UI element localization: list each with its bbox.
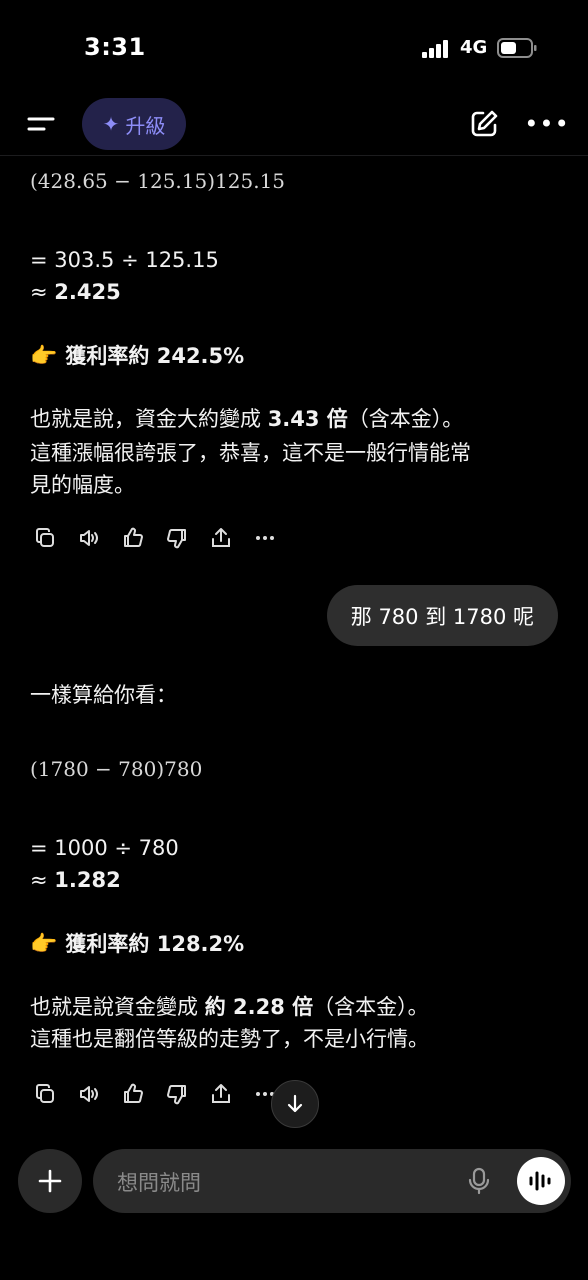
composer: 想問就問 xyxy=(0,1140,588,1280)
arrow-down-icon xyxy=(287,1094,303,1113)
signal-icon xyxy=(422,40,448,58)
intro-line: 一樣算給你看： xyxy=(30,683,177,707)
share-icon[interactable] xyxy=(206,523,236,553)
thumbs-up-icon[interactable] xyxy=(118,1079,148,1109)
speaker-icon[interactable] xyxy=(74,1079,104,1109)
thumbs-down-icon[interactable] xyxy=(162,1079,192,1109)
microphone-icon[interactable] xyxy=(463,1165,495,1197)
calc-line: = 303.5 ÷ 125.15 xyxy=(30,248,219,272)
message-actions xyxy=(30,523,280,553)
summary-bold: 約 2.28 倍 xyxy=(204,995,314,1019)
approx-value: 1.282 xyxy=(54,868,121,892)
summary-suffix: （含本金）。 xyxy=(313,995,429,1019)
summary-prefix: 也就是說，資金大約變成 xyxy=(30,407,268,431)
copy-icon[interactable] xyxy=(30,1079,60,1109)
pointing-hand-icon: 👉 xyxy=(30,344,58,369)
summary-line-3: 見的幅度。 xyxy=(30,473,135,497)
message-input[interactable]: 想問就問 xyxy=(93,1149,571,1213)
message-actions xyxy=(30,1079,280,1109)
summary-bold: 3.43 倍 xyxy=(267,407,348,431)
sparkle-icon: ✦ xyxy=(102,112,120,136)
calc-line: = 1000 ÷ 780 xyxy=(30,836,179,860)
share-icon[interactable] xyxy=(206,1079,236,1109)
summary-line: 也就是說資金變成 約 2.28 倍（含本金）。 xyxy=(30,992,429,1022)
summary-suffix: （含本金）。 xyxy=(347,407,464,431)
network-type: 4G xyxy=(460,37,488,58)
status-bar: 3:31 4G xyxy=(0,0,588,96)
user-message-bubble: 那 780 到 1780 呢 xyxy=(326,585,558,646)
profit-line: 👉 獲利率約 242.5% xyxy=(30,341,244,372)
thumbs-down-icon[interactable] xyxy=(162,523,192,553)
thumbs-up-icon[interactable] xyxy=(118,523,148,553)
battery-icon xyxy=(497,38,537,58)
upgrade-button[interactable]: ✦ 升級 xyxy=(82,98,186,150)
copy-icon[interactable] xyxy=(30,523,60,553)
approx-value: 2.425 xyxy=(54,280,121,304)
math-expression: (1780 − 780)780 xyxy=(30,757,203,781)
approx-prefix: ≈ xyxy=(30,280,55,304)
summary-line-2: 這種漲幅很誇張了，恭喜，這不是一般行情能常 xyxy=(30,441,471,465)
math-expression: (428.65 − 125.15)125.15 xyxy=(30,169,286,193)
more-icon[interactable] xyxy=(250,523,280,553)
new-chat-icon[interactable] xyxy=(468,108,500,140)
pointing-hand-icon: 👉 xyxy=(30,932,58,957)
approx-line: ≈ 2.425 xyxy=(30,277,121,307)
approx-line: ≈ 1.282 xyxy=(30,865,121,895)
scroll-to-bottom-button[interactable] xyxy=(271,1080,319,1128)
plus-icon xyxy=(38,1169,62,1193)
summary-prefix: 也就是說資金變成 xyxy=(30,995,205,1019)
speaker-icon[interactable] xyxy=(74,523,104,553)
summary-line-2: 這種也是翻倍等級的走勢了，不是小行情。 xyxy=(30,1027,429,1051)
upgrade-label: 升級 xyxy=(125,113,166,138)
voice-mode-button[interactable] xyxy=(517,1157,565,1205)
more-options-icon[interactable]: ••• xyxy=(524,110,568,138)
top-bar: ✦ 升級 ••• xyxy=(0,96,588,156)
profit-label: 獲利率約 128.2% xyxy=(65,932,245,956)
summary-line: 也就是說，資金大約變成 3.43 倍（含本金）。 xyxy=(30,404,463,434)
input-placeholder: 想問就問 xyxy=(117,1171,201,1195)
attach-button[interactable] xyxy=(18,1149,82,1213)
menu-icon[interactable] xyxy=(26,110,56,138)
profit-label: 獲利率約 242.5% xyxy=(65,344,245,368)
profit-line: 👉 獲利率約 128.2% xyxy=(30,929,244,960)
status-time: 3:31 xyxy=(84,33,146,61)
approx-prefix: ≈ xyxy=(30,868,55,892)
waveform-icon xyxy=(529,1171,551,1191)
